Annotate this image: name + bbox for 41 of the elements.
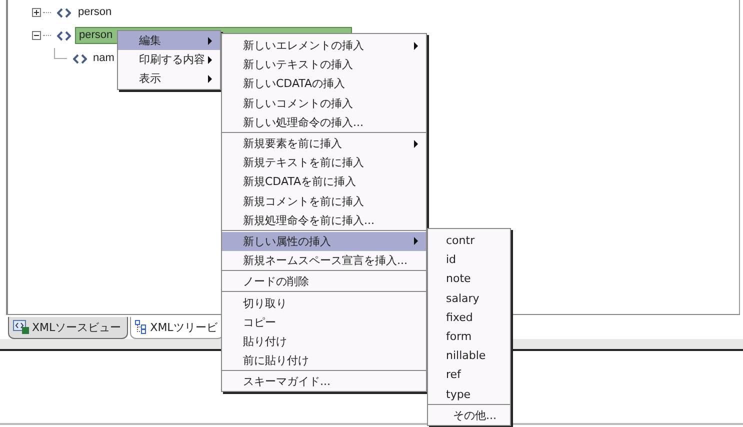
- menu-item[interactable]: 新規テキストを前に挿入: [222, 153, 426, 172]
- view-tab[interactable]: XMLソースビュー: [8, 317, 128, 339]
- menu-item[interactable]: その他...: [428, 406, 510, 425]
- menu-item[interactable]: 編集: [118, 31, 220, 50]
- menu-item[interactable]: salary: [428, 288, 510, 308]
- menu-item[interactable]: fixed: [428, 308, 510, 327]
- tree-view-icon: [135, 320, 148, 334]
- expand-icon[interactable]: [32, 8, 41, 17]
- menu-item[interactable]: 印刷する内容: [118, 50, 220, 70]
- menu-item[interactable]: nillable: [428, 346, 510, 366]
- menu-item[interactable]: contr: [428, 231, 510, 250]
- menu-item[interactable]: type: [428, 384, 510, 404]
- menu-item[interactable]: スキーマガイド...: [222, 372, 426, 392]
- menu-item[interactable]: 新しいエレメントの挿入: [222, 36, 426, 56]
- menu-item[interactable]: ノードの削除: [222, 272, 426, 292]
- element-icon: [73, 54, 87, 64]
- source-view-icon: [13, 320, 29, 334]
- menu-item[interactable]: 新規CDATAを前に挿入: [222, 172, 426, 192]
- menu-item[interactable]: 新しいコメントの挿入: [222, 94, 426, 113]
- collapse-icon[interactable]: [32, 31, 41, 40]
- tree-node[interactable]: nam: [91, 51, 114, 66]
- menu-item[interactable]: 新規ネームスペース宣言を挿入...: [222, 251, 426, 270]
- menu-item[interactable]: コピー: [222, 312, 426, 332]
- menu-item[interactable]: ref: [428, 365, 510, 384]
- menu-item[interactable]: 表示: [118, 69, 220, 89]
- menu-item[interactable]: 前に貼り付け: [222, 351, 426, 370]
- menu-item[interactable]: note: [428, 269, 510, 289]
- menu-item[interactable]: form: [428, 326, 510, 346]
- menu-item[interactable]: 新しい属性の挿入: [222, 232, 426, 252]
- element-icon: [57, 30, 71, 40]
- menu-item[interactable]: 新規要素を前に挿入: [222, 134, 426, 154]
- tree-node[interactable]: person: [75, 5, 118, 20]
- menu-item[interactable]: 新規処理命令を前に挿入...: [222, 210, 426, 230]
- menu-item[interactable]: 新しいテキストの挿入: [222, 55, 426, 74]
- menu-item[interactable]: id: [428, 250, 510, 270]
- menu-item[interactable]: 切り取り: [222, 293, 426, 313]
- menu-item[interactable]: 新しいCDATAの挿入: [222, 74, 426, 94]
- menu-item[interactable]: 新しい処理命令の挿入...: [222, 112, 426, 132]
- menu-item[interactable]: 新規コメントを前に挿入: [222, 192, 426, 211]
- menu-item[interactable]: 貼り付け: [222, 332, 426, 351]
- element-icon: [57, 8, 71, 18]
